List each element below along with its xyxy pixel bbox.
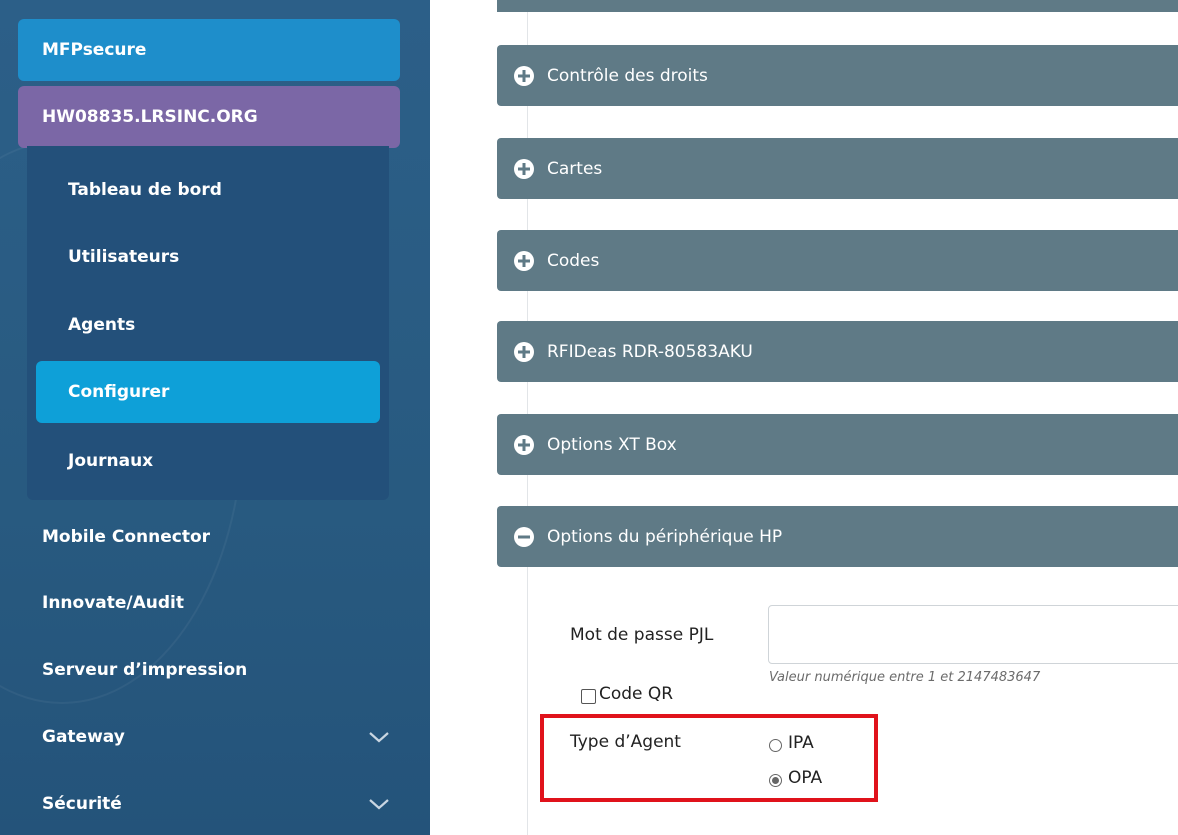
pjl-password-hint: Valeur numérique entre 1 et 2147483647 bbox=[769, 670, 1041, 685]
panel-title: Cartes bbox=[547, 158, 603, 179]
pjl-password-input[interactable] bbox=[768, 605, 1178, 664]
sidebar-item-innovate-audit[interactable]: Innovate/Audit bbox=[0, 573, 430, 633]
sidebar-item-agents[interactable]: Agents bbox=[36, 294, 380, 356]
plus-circle-icon bbox=[514, 158, 534, 179]
panel-controle-des-droits[interactable]: Contrôle des droits bbox=[497, 45, 1178, 106]
qr-code-checkbox[interactable] bbox=[581, 689, 596, 704]
pjl-password-label: Mot de passe PJL bbox=[570, 625, 714, 645]
sidebar-item-label: Innovate/Audit bbox=[42, 593, 185, 613]
sidebar-item-securite[interactable]: Sécurité bbox=[0, 774, 430, 834]
sidebar-product-mfpsecure[interactable]: MFPsecure bbox=[18, 19, 400, 81]
panel-rfideas[interactable]: RFIDeas RDR-80583AKU bbox=[497, 321, 1178, 382]
sidebar-item-label: Gateway bbox=[42, 727, 125, 747]
panel-options-peripherique-hp[interactable]: Options du périphérique HP bbox=[497, 506, 1178, 567]
sidebar-item-label: Sécurité bbox=[42, 794, 122, 814]
plus-circle-icon bbox=[514, 65, 534, 86]
chevron-down-icon bbox=[369, 732, 389, 743]
sidebar-item-serveur-impression[interactable]: Serveur d’impression bbox=[0, 640, 430, 700]
sidebar-item-mobile-connector[interactable]: Mobile Connector bbox=[0, 507, 430, 567]
panel-header-partial[interactable] bbox=[497, 0, 1178, 12]
sidebar-item-journaux[interactable]: Journaux bbox=[36, 430, 380, 492]
sidebar-item-tableau-de-bord[interactable]: Tableau de bord bbox=[36, 159, 380, 221]
minus-circle-icon bbox=[514, 526, 534, 547]
plus-circle-icon bbox=[514, 434, 534, 455]
panel-codes[interactable]: Codes bbox=[497, 230, 1178, 291]
sidebar-host[interactable]: HW08835.LRSINC.ORG bbox=[18, 86, 400, 148]
panel-title: Contrôle des droits bbox=[547, 65, 708, 86]
plus-circle-icon bbox=[514, 341, 534, 362]
sidebar-item-label: Serveur d’impression bbox=[42, 660, 248, 680]
panel-title: RFIDeas RDR-80583AKU bbox=[547, 341, 753, 362]
panel-cartes[interactable]: Cartes bbox=[497, 138, 1178, 199]
sidebar-item-configurer[interactable]: Configurer bbox=[36, 361, 380, 423]
plus-circle-icon bbox=[514, 250, 534, 271]
qr-code-label: Code QR bbox=[599, 684, 674, 704]
panel-options-xt-box[interactable]: Options XT Box bbox=[497, 414, 1178, 475]
panel-title: Options du périphérique HP bbox=[547, 526, 783, 547]
panel-title: Options XT Box bbox=[547, 434, 677, 455]
chevron-down-icon bbox=[369, 799, 389, 810]
panel-title: Codes bbox=[547, 250, 600, 271]
host-submenu: Tableau de bord Utilisateurs Agents Conf… bbox=[27, 146, 389, 500]
highlight-box bbox=[540, 714, 878, 802]
sidebar-item-utilisateurs[interactable]: Utilisateurs bbox=[36, 226, 380, 288]
sidebar: MFPsecure HW08835.LRSINC.ORG Tableau de … bbox=[0, 0, 430, 835]
sidebar-item-label: Mobile Connector bbox=[42, 527, 211, 547]
sidebar-item-gateway[interactable]: Gateway bbox=[0, 707, 430, 767]
